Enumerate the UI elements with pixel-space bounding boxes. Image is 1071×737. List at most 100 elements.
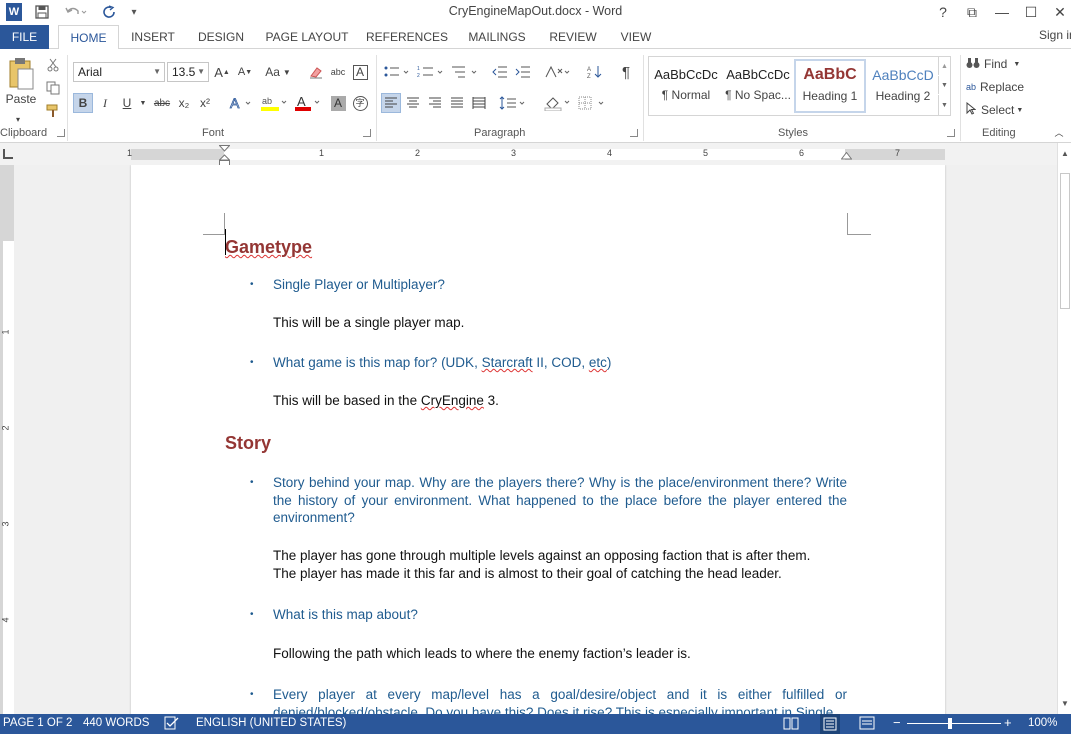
bold-button[interactable]: B bbox=[73, 93, 93, 113]
paste-button[interactable]: Paste bbox=[2, 89, 40, 109]
right-indent-marker[interactable] bbox=[840, 151, 853, 165]
tab-selector-icon[interactable] bbox=[3, 149, 13, 159]
enclose-characters-icon[interactable]: 字 bbox=[351, 93, 369, 113]
borders-icon[interactable] bbox=[577, 93, 607, 113]
question-player-goal[interactable]: Every player at every map/level has a go… bbox=[273, 686, 847, 714]
shading-icon[interactable] bbox=[543, 93, 573, 113]
print-layout-icon[interactable] bbox=[820, 714, 840, 734]
heading-gametype[interactable]: Gametype bbox=[225, 237, 312, 258]
multilevel-list-icon[interactable] bbox=[450, 62, 480, 82]
styles-scroll-down-icon[interactable]: ▼ bbox=[938, 76, 950, 94]
style-heading-2[interactable]: AaBbCcD Heading 2 bbox=[867, 59, 939, 113]
show-formatting-button[interactable]: ¶ bbox=[616, 62, 636, 82]
paragraph-launcher-icon[interactable] bbox=[630, 129, 638, 137]
style-normal[interactable]: AaBbCcDc ¶ Normal bbox=[650, 59, 722, 113]
vertical-scrollbar[interactable]: ▲ ▼ bbox=[1057, 143, 1071, 714]
document-canvas[interactable]: Gametype • Single Player or Multiplayer?… bbox=[14, 165, 1057, 714]
grow-font-button[interactable]: A ▲ bbox=[213, 62, 231, 82]
horizontal-ruler[interactable]: 1 1 2 3 4 5 6 7 bbox=[127, 145, 945, 166]
minimize-button[interactable]: — bbox=[991, 2, 1013, 22]
scrollbar-thumb[interactable] bbox=[1060, 173, 1070, 309]
tab-view[interactable]: VIEW bbox=[614, 25, 658, 49]
font-launcher-icon[interactable] bbox=[363, 129, 371, 137]
align-right-icon[interactable] bbox=[425, 93, 445, 113]
style-no-spacing[interactable]: AaBbCcDc ¶ No Spac... bbox=[722, 59, 794, 113]
tab-references[interactable]: REFERENCES bbox=[364, 25, 450, 49]
format-painter-icon[interactable] bbox=[44, 101, 62, 121]
underline-dropdown-icon[interactable]: ▼ bbox=[138, 93, 148, 113]
paste-icon[interactable] bbox=[4, 55, 38, 93]
vertical-ruler[interactable]: 1 2 3 4 bbox=[0, 165, 14, 714]
answer-single-player[interactable]: This will be a single player map. bbox=[273, 314, 847, 332]
zoom-level[interactable]: 100% bbox=[1028, 717, 1057, 729]
align-left-icon[interactable] bbox=[381, 93, 401, 113]
zoom-slider[interactable] bbox=[907, 723, 1001, 724]
underline-button[interactable]: U bbox=[118, 93, 136, 113]
scroll-down-icon[interactable]: ▼ bbox=[1058, 697, 1071, 711]
font-family-select[interactable]: Arial ▼ bbox=[73, 62, 165, 82]
tab-design[interactable]: DESIGN bbox=[192, 25, 250, 49]
clear-formatting-icon[interactable] bbox=[306, 62, 326, 82]
zoom-slider-thumb[interactable] bbox=[948, 718, 952, 729]
maximize-button[interactable]: ☐ bbox=[1020, 2, 1042, 22]
phonetic-guide-icon[interactable]: abc bbox=[329, 62, 347, 82]
justify-icon[interactable] bbox=[447, 93, 467, 113]
styles-launcher-icon[interactable] bbox=[947, 129, 955, 137]
character-shading-icon[interactable]: A bbox=[329, 93, 347, 113]
page-count[interactable]: PAGE 1 OF 2 bbox=[3, 717, 72, 729]
zoom-in-button[interactable]: + bbox=[1004, 715, 1012, 730]
text-effects-icon[interactable]: A bbox=[228, 93, 254, 113]
answer-story-line-2[interactable]: The player has made it this far and is a… bbox=[273, 565, 847, 583]
decrease-indent-icon[interactable] bbox=[490, 62, 510, 82]
tab-review[interactable]: REVIEW bbox=[544, 25, 602, 49]
font-color-icon[interactable]: A bbox=[293, 93, 323, 113]
tab-home[interactable]: HOME bbox=[58, 25, 119, 50]
font-size-select[interactable]: 13.5 ▼ bbox=[167, 62, 209, 82]
word-count[interactable]: 440 WORDS bbox=[83, 717, 149, 729]
superscript-button[interactable]: x² bbox=[196, 93, 214, 113]
sort-icon[interactable]: AZ bbox=[585, 62, 605, 82]
question-single-multiplayer[interactable]: Single Player or Multiplayer? bbox=[273, 276, 847, 294]
question-game-engine[interactable]: What game is this map for? (UDK, Starcra… bbox=[273, 354, 847, 372]
styles-more-icon[interactable]: ▼ bbox=[938, 95, 950, 115]
replace-button[interactable]: ab Replace bbox=[966, 77, 1032, 97]
change-case-button[interactable]: Aa ▼ bbox=[262, 62, 294, 82]
increase-indent-icon[interactable] bbox=[513, 62, 533, 82]
question-story-behind-map[interactable]: Story behind your map. Why are the playe… bbox=[273, 474, 847, 527]
ribbon-display-options-button[interactable]: ⧉ bbox=[961, 2, 983, 22]
styles-scroll-up-icon[interactable]: ▲ bbox=[938, 57, 950, 75]
distributed-icon[interactable] bbox=[469, 93, 489, 113]
collapse-ribbon-icon[interactable]: ︿ bbox=[1052, 125, 1066, 139]
numbering-icon[interactable]: 12 bbox=[416, 62, 446, 82]
cut-icon[interactable] bbox=[44, 55, 62, 75]
document-page[interactable]: Gametype • Single Player or Multiplayer?… bbox=[131, 165, 945, 714]
answer-map-about[interactable]: Following the path which leads to where … bbox=[273, 645, 847, 663]
paste-dropdown-icon[interactable]: ▾ bbox=[12, 109, 24, 129]
asian-layout-icon[interactable] bbox=[543, 62, 573, 82]
style-heading-1[interactable]: AaBbC Heading 1 bbox=[794, 59, 866, 113]
strikethrough-button[interactable]: abc bbox=[152, 93, 172, 113]
shrink-font-button[interactable]: A ▼ bbox=[236, 62, 254, 82]
align-center-icon[interactable] bbox=[403, 93, 423, 113]
question-map-about[interactable]: What is this map about? bbox=[273, 606, 847, 624]
italic-button[interactable]: I bbox=[96, 93, 114, 113]
tab-insert[interactable]: INSERT bbox=[124, 25, 182, 49]
proofing-icon[interactable] bbox=[164, 716, 180, 733]
tab-file[interactable]: FILE bbox=[0, 25, 49, 49]
select-button[interactable]: Select ▼ bbox=[966, 100, 1030, 120]
zoom-out-button[interactable]: − bbox=[893, 715, 901, 730]
line-spacing-icon[interactable] bbox=[498, 93, 528, 113]
copy-icon[interactable] bbox=[44, 78, 62, 98]
read-mode-icon[interactable] bbox=[783, 716, 799, 733]
web-layout-icon[interactable] bbox=[859, 716, 875, 733]
scroll-up-icon[interactable]: ▲ bbox=[1058, 147, 1071, 161]
answer-cryengine[interactable]: This will be based in the CryEngine 3. bbox=[273, 392, 847, 410]
answer-story-line-1[interactable]: The player has gone through multiple lev… bbox=[273, 547, 847, 565]
language-indicator[interactable]: ENGLISH (UNITED STATES) bbox=[196, 717, 346, 729]
tab-mailings[interactable]: MAILINGS bbox=[462, 25, 532, 49]
help-button[interactable]: ? bbox=[932, 2, 954, 22]
tab-page-layout[interactable]: PAGE LAYOUT bbox=[262, 25, 352, 49]
highlight-color-icon[interactable]: ab bbox=[259, 93, 289, 113]
subscript-button[interactable]: x₂ bbox=[175, 93, 193, 113]
sign-in-link[interactable]: Sign in bbox=[1039, 25, 1071, 45]
